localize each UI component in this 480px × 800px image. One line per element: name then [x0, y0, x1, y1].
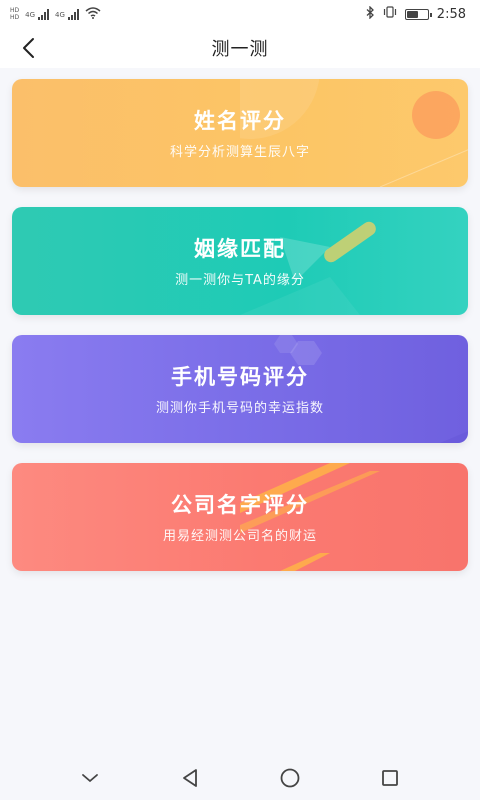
- company-name-score-card[interactable]: 公司名字评分 用易经测测公司名的财运: [12, 463, 468, 571]
- bluetooth-icon: [366, 4, 375, 23]
- card-subtitle: 测一测你与TA的缘分: [175, 273, 305, 288]
- page-title: 测一测: [211, 39, 269, 60]
- phone-number-score-card[interactable]: 手机号码评分 测测你手机号码的幸运指数: [12, 335, 468, 443]
- back-nav-button[interactable]: [175, 763, 205, 793]
- card-title: 手机号码评分: [171, 365, 309, 389]
- vibrate-icon: [383, 6, 397, 22]
- card-title: 姓名评分: [194, 109, 286, 133]
- sim-indicators: HD HD: [10, 7, 19, 21]
- card-subtitle: 用易经测测公司名的财运: [162, 529, 317, 544]
- chevron-left-icon: [23, 38, 34, 58]
- name-score-card[interactable]: 姓名评分 科学分析测算生辰八字: [12, 79, 468, 187]
- home-nav-button[interactable]: [275, 763, 305, 793]
- sim2-label: HD: [10, 14, 20, 21]
- battery-icon: [404, 8, 432, 20]
- signal-icon-2: [67, 8, 79, 20]
- recents-nav-button[interactable]: [375, 763, 405, 793]
- wifi-icon: [85, 6, 101, 22]
- back-button[interactable]: [14, 34, 42, 62]
- status-left: HD HD 4G 4G: [10, 6, 101, 22]
- network-type-1: 4G: [25, 10, 36, 19]
- card-subtitle: 测测你手机号码的幸运指数: [155, 401, 324, 416]
- marriage-match-card[interactable]: 姻缘匹配 测一测你与TA的缘分: [12, 207, 468, 315]
- home-circle-icon: [280, 768, 300, 788]
- system-nav-bar: [0, 756, 480, 800]
- signal-icon-1: [38, 8, 50, 20]
- back-triangle-icon: [183, 769, 197, 787]
- card-title: 姻缘匹配: [194, 237, 286, 261]
- status-bar: HD HD 4G 4G 2:58: [0, 0, 480, 28]
- recents-square-icon: [382, 770, 398, 786]
- network-type-2: 4G: [55, 10, 65, 19]
- header-bar: 测一测: [0, 28, 480, 68]
- clock-time: 2:58: [436, 6, 466, 22]
- card-subtitle: 科学分析测算生辰八字: [169, 145, 310, 160]
- chevron-down-icon: [82, 774, 98, 783]
- hide-nav-button[interactable]: [75, 763, 105, 793]
- status-right: 2:58: [366, 4, 466, 23]
- sim1-label: HD: [10, 7, 20, 14]
- card-title: 公司名字评分: [171, 493, 309, 517]
